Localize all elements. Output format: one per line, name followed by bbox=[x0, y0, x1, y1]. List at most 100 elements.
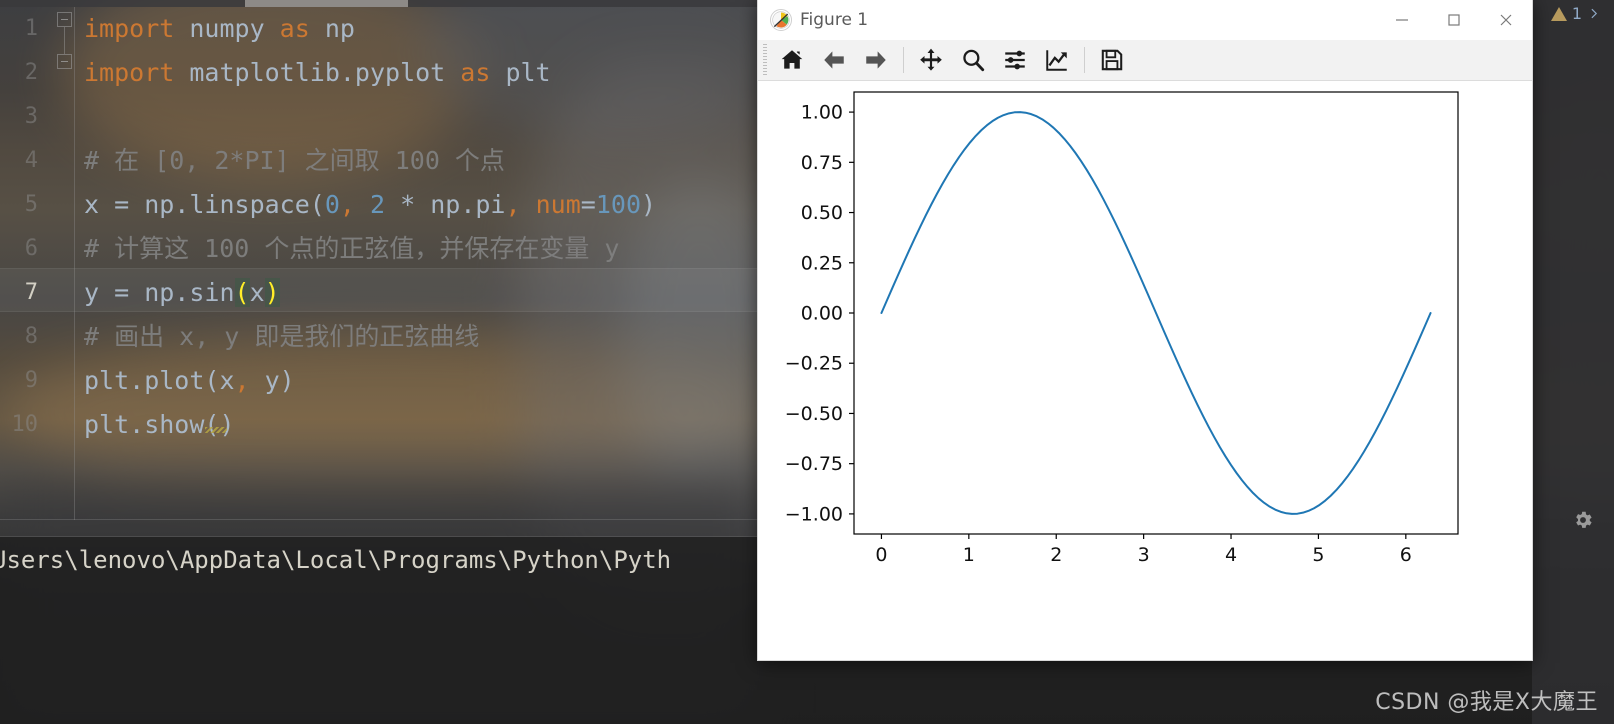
x-tick-label: 2 bbox=[1050, 544, 1062, 566]
minimize-button[interactable] bbox=[1376, 0, 1428, 40]
close-icon bbox=[1500, 14, 1512, 26]
code-token: y = np.sin bbox=[84, 278, 235, 307]
code-token: y) bbox=[249, 366, 295, 395]
line-number-2[interactable]: 2 bbox=[0, 51, 38, 95]
code-token: as bbox=[279, 14, 325, 43]
code-fold-connector bbox=[64, 27, 65, 54]
code-token: num bbox=[535, 190, 581, 219]
home-icon bbox=[781, 50, 803, 69]
code-fold-marker-2[interactable] bbox=[57, 54, 72, 69]
y-tick-label: −0.50 bbox=[785, 403, 843, 425]
error-squiggle bbox=[205, 427, 227, 433]
line-number-4[interactable]: 4 bbox=[0, 139, 38, 183]
forward-button[interactable] bbox=[856, 43, 896, 77]
toolbar-drag-grip[interactable] bbox=[763, 44, 767, 77]
code-token: = bbox=[580, 190, 596, 219]
y-tick-label: 0.75 bbox=[801, 152, 843, 174]
line-number-1[interactable]: 1 bbox=[0, 7, 38, 51]
configure-subplots-icon bbox=[1005, 50, 1025, 70]
code-fold-marker-1[interactable] bbox=[57, 12, 72, 27]
csdn-watermark: CSDN @我是X大魔王 bbox=[1375, 690, 1598, 715]
code-token: x = np.linspace( bbox=[84, 190, 325, 219]
edit-axis-button[interactable] bbox=[1037, 43, 1077, 77]
gutter-divider bbox=[74, 7, 75, 520]
home-button[interactable] bbox=[772, 43, 812, 77]
code-token: , bbox=[339, 190, 355, 219]
line-number-7[interactable]: 7 bbox=[0, 271, 38, 315]
line-number-8[interactable]: 8 bbox=[0, 315, 38, 359]
matplotlib-app-icon bbox=[770, 8, 792, 31]
x-tick-label: 4 bbox=[1225, 544, 1237, 566]
toolbar-separator-1 bbox=[903, 47, 904, 73]
right-sidebar: 1 bbox=[1532, 0, 1614, 724]
zoom-magnifier-icon bbox=[963, 49, 985, 72]
code-token: np bbox=[324, 14, 355, 43]
window-controls[interactable] bbox=[1376, 0, 1532, 40]
gear-icon[interactable] bbox=[1572, 509, 1594, 531]
y-tick-label: −0.75 bbox=[785, 453, 843, 475]
code-token: import bbox=[84, 58, 190, 87]
inspection-warning-badge[interactable]: 1 bbox=[1550, 4, 1600, 23]
y-tick-label: 1.00 bbox=[801, 102, 843, 124]
editor-gutter: 1 2 3 4 5 6 7 8 9 10 bbox=[0, 7, 75, 520]
code-token: import bbox=[84, 14, 190, 43]
configure-subplots-button[interactable] bbox=[995, 43, 1035, 77]
maximize-icon bbox=[1448, 14, 1460, 26]
horizontal-scrollbar-thumb[interactable] bbox=[245, 0, 408, 7]
pan-button[interactable] bbox=[911, 43, 951, 77]
x-tick-label: 5 bbox=[1312, 544, 1324, 566]
code-token: , bbox=[234, 366, 250, 395]
y-tick-label: 0.00 bbox=[801, 303, 843, 325]
save-floppy-icon bbox=[1101, 49, 1123, 71]
figure-title-label: Figure 1 bbox=[800, 9, 869, 30]
code-token: ( bbox=[234, 278, 250, 307]
code-token: matplotlib.pyplot bbox=[189, 58, 461, 87]
x-tick-label: 6 bbox=[1400, 544, 1412, 566]
line-number-5[interactable]: 5 bbox=[0, 183, 38, 227]
x-tick-label: 3 bbox=[1138, 544, 1150, 566]
code-token: * np.pi bbox=[385, 190, 506, 219]
code-token: ) bbox=[641, 190, 657, 219]
code-token: numpy bbox=[189, 14, 280, 43]
edit-axis-curve-icon bbox=[1046, 50, 1067, 71]
y-tick-label: 0.50 bbox=[801, 202, 843, 224]
code-token: 100 bbox=[595, 190, 641, 219]
close-button[interactable] bbox=[1480, 0, 1532, 40]
warning-count-label: 1 bbox=[1571, 4, 1582, 23]
y-tick-label: −1.00 bbox=[785, 503, 843, 525]
forward-arrow-icon bbox=[866, 51, 886, 69]
back-button[interactable] bbox=[814, 43, 854, 77]
chevron-right-icon bbox=[1591, 8, 1598, 19]
code-token: 2 bbox=[370, 190, 386, 219]
zoom-button[interactable] bbox=[953, 43, 993, 77]
line-number-9[interactable]: 9 bbox=[0, 359, 38, 403]
code-token: ) bbox=[264, 278, 280, 307]
series-line-sin(x) bbox=[880, 111, 1432, 515]
y-tick-label: 0.25 bbox=[801, 252, 843, 274]
minimize-icon bbox=[1396, 19, 1408, 21]
code-token: # 计算这 100 个点的正弦值，并保存在变量 y bbox=[84, 234, 620, 263]
x-tick-label: 1 bbox=[963, 544, 975, 566]
warning-triangle-icon bbox=[1550, 6, 1567, 21]
line-number-6[interactable]: 6 bbox=[0, 227, 38, 271]
code-token: 0 bbox=[324, 190, 340, 219]
code-token: , bbox=[505, 190, 521, 219]
code-token: # 画出 x, y 即是我们的正弦曲线 bbox=[84, 322, 480, 351]
code-token: as bbox=[460, 58, 506, 87]
figure-title-bar[interactable]: Figure 1 bbox=[758, 0, 1532, 40]
code-token: plt.show() bbox=[84, 410, 235, 439]
figure-canvas[interactable]: 1.00 0.75 0.50 0.25 0.00 −0.25 −0.50 −0.75 −1.00… bbox=[758, 81, 1532, 660]
save-button[interactable] bbox=[1092, 43, 1132, 77]
toolbar-separator-2 bbox=[1084, 47, 1085, 73]
back-arrow-icon bbox=[824, 51, 844, 69]
maximize-button[interactable] bbox=[1428, 0, 1480, 40]
x-tick-label: 0 bbox=[875, 544, 887, 566]
line-number-3[interactable]: 3 bbox=[0, 95, 38, 139]
code-token: x bbox=[249, 278, 265, 307]
matplotlib-figure-window[interactable]: Figure 1 1.00 0.75 0.50 0.25 0.00 −0.25 … bbox=[757, 0, 1533, 661]
matplotlib-navigation-toolbar[interactable] bbox=[758, 40, 1532, 81]
code-token: plt.plot(x bbox=[84, 366, 235, 395]
line-number-10[interactable]: 10 bbox=[0, 403, 39, 447]
